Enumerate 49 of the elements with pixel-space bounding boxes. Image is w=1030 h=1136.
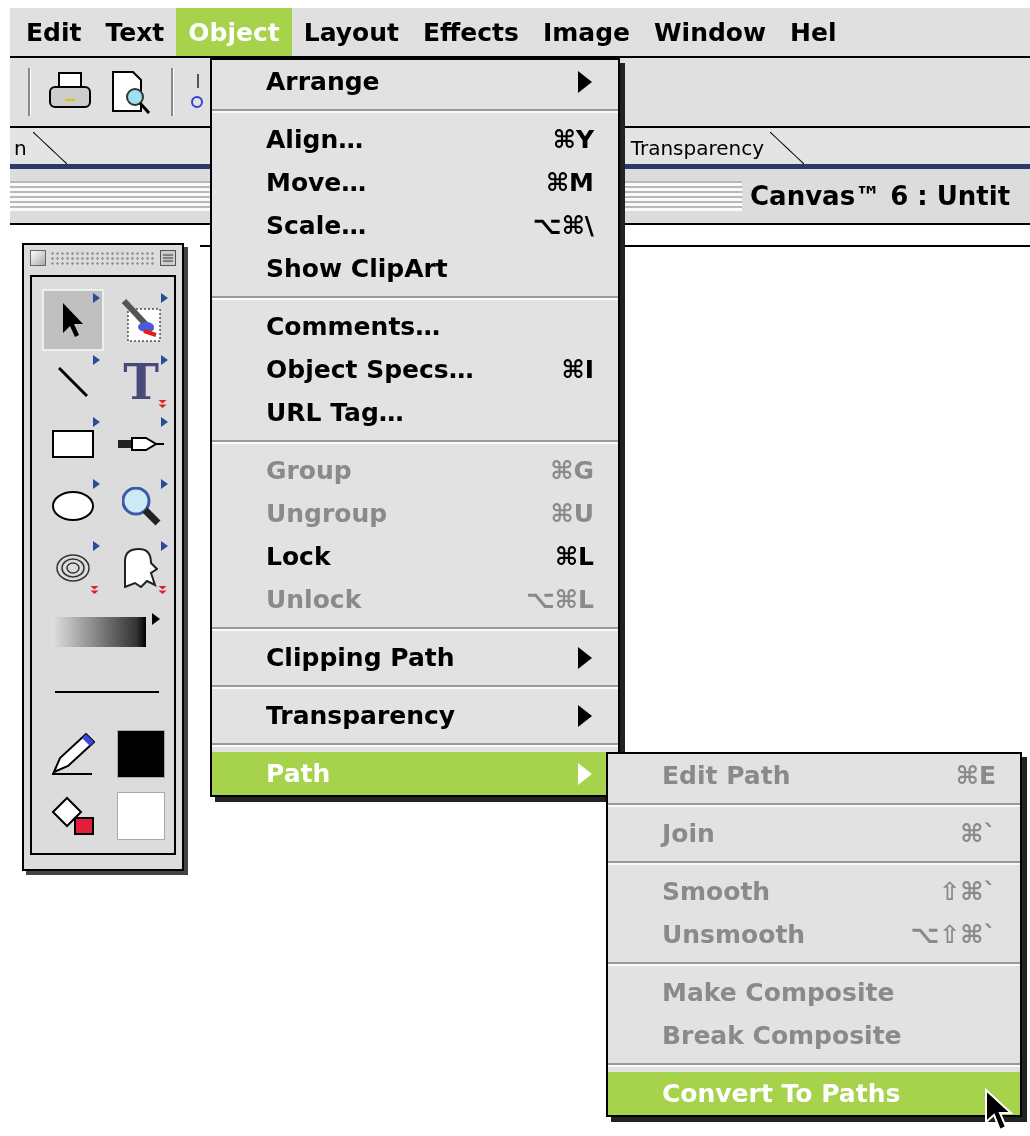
menu-icon[interactable] bbox=[160, 250, 176, 266]
window-title: Canvas™ 6 : Untit bbox=[750, 181, 1011, 211]
popout-triangle-icon bbox=[161, 541, 168, 551]
close-button[interactable] bbox=[30, 250, 46, 266]
menu-item[interactable]: Move… ⌘M bbox=[212, 161, 618, 204]
rectangle-icon bbox=[52, 430, 94, 458]
menu-bar-item[interactable]: Layout bbox=[291, 8, 411, 56]
brush-icon bbox=[121, 298, 161, 342]
menu-item[interactable]: Align… ⌘Y bbox=[212, 118, 618, 161]
pencil-icon bbox=[51, 733, 95, 775]
popout-triangle-icon bbox=[93, 479, 100, 489]
menu-bar-item[interactable]: Window bbox=[642, 8, 779, 56]
line-weight-icon bbox=[55, 691, 159, 693]
menu-item[interactable]: Show ClipArt bbox=[212, 247, 618, 290]
menu-item[interactable]: URL Tag… bbox=[212, 391, 618, 434]
menu-bar-item[interactable]: Edit bbox=[14, 8, 94, 56]
popout-triangle-icon bbox=[161, 293, 168, 303]
paint-bucket-icon bbox=[51, 796, 95, 836]
menu-item[interactable]: Lock ⌘L bbox=[212, 535, 618, 578]
menu-item[interactable]: Clipping Path bbox=[212, 636, 618, 679]
popout-triangle-icon bbox=[161, 355, 168, 365]
text-tool[interactable]: T bbox=[110, 351, 172, 413]
spiral-icon bbox=[56, 554, 90, 582]
menu-bar-item[interactable]: Image bbox=[530, 8, 642, 56]
menu-item[interactable]: Comments… bbox=[212, 305, 618, 348]
magnifier-icon bbox=[121, 486, 161, 526]
popout-triangle-icon bbox=[161, 479, 168, 489]
popout-triangle-icon bbox=[93, 293, 100, 303]
arrow-icon bbox=[62, 302, 84, 338]
oval-icon bbox=[52, 491, 94, 521]
pen-nib-icon bbox=[118, 437, 164, 451]
popout-triangle-icon bbox=[93, 541, 100, 551]
menu-item[interactable]: Arrange bbox=[212, 60, 618, 103]
ghost-icon bbox=[124, 548, 158, 588]
dropdown-arrows-icon bbox=[90, 586, 99, 595]
menu-item[interactable]: Scale… ⌥⌘\ bbox=[212, 204, 618, 247]
dropdown-arrows-icon bbox=[158, 400, 167, 409]
arrow-tool[interactable] bbox=[42, 289, 104, 351]
drag-grip[interactable] bbox=[50, 251, 156, 265]
popout-triangle-icon bbox=[161, 417, 168, 427]
menu-item[interactable]: Transparency bbox=[212, 694, 618, 737]
line-icon bbox=[58, 367, 88, 397]
dropdown-arrows-icon bbox=[158, 586, 167, 595]
menu-item[interactable]: Object Specs… ⌘I bbox=[212, 348, 618, 391]
menu-bar-item[interactable]: Text bbox=[93, 8, 177, 56]
popout-triangle-icon bbox=[93, 355, 100, 365]
popout-triangle-icon bbox=[93, 417, 100, 427]
menu-bar-item[interactable]: Hel bbox=[778, 8, 849, 56]
menu-bar-item[interactable]: Effects bbox=[411, 8, 531, 56]
